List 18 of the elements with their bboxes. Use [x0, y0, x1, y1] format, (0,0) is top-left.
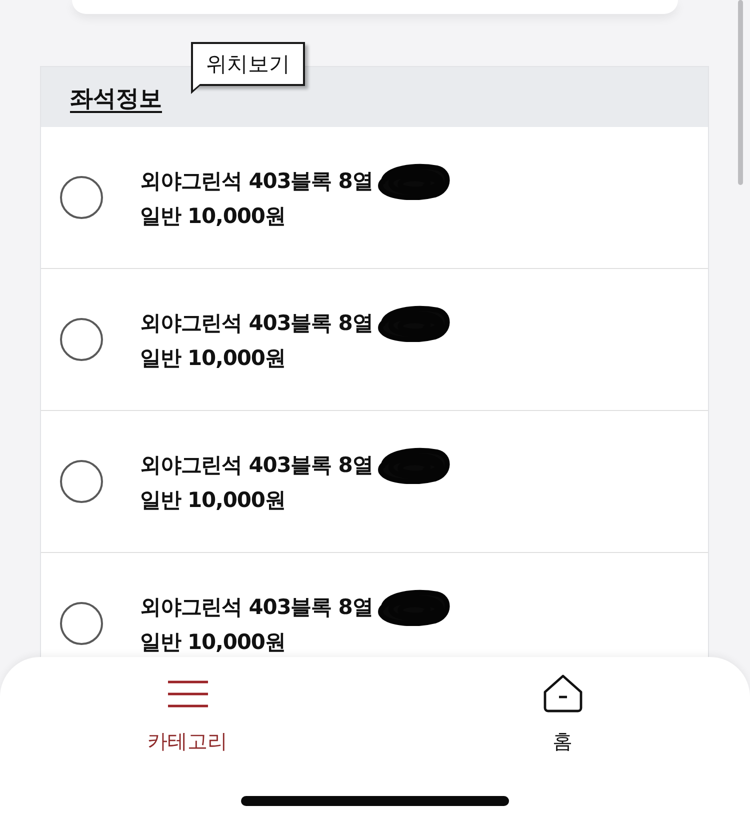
menu-icon: [166, 680, 208, 708]
seat-option-row[interactable]: 외야그린석 403블록 8열 일반 10,000원: [41, 269, 708, 411]
section-title: 좌석정보: [70, 84, 162, 114]
seat-location-text: 외야그린석 403블록 8열: [140, 452, 373, 479]
radio-button[interactable]: [60, 176, 103, 219]
radio-button[interactable]: [60, 318, 103, 361]
seat-location-text: 외야그린석 403블록 8열: [140, 594, 373, 621]
seat-price-text: 일반 10,000원: [140, 344, 286, 372]
seat-option-row[interactable]: 외야그린석 403블록 8열 일반 10,000원: [41, 411, 708, 553]
home-icon: [542, 674, 582, 714]
seat-location-text: 외야그린석 403블록 8열: [140, 168, 373, 195]
seat-location-text: 외야그린석 403블록 8열: [140, 310, 373, 337]
seat-option-row[interactable]: 외야그린석 403블록 8열 일반 10,000원: [41, 127, 708, 269]
radio-button[interactable]: [60, 460, 103, 503]
seat-price-text: 일반 10,000원: [140, 486, 286, 514]
seat-price-text: 일반 10,000원: [140, 628, 286, 656]
radio-button[interactable]: [60, 602, 103, 645]
seat-price-text: 일반 10,000원: [140, 202, 286, 230]
